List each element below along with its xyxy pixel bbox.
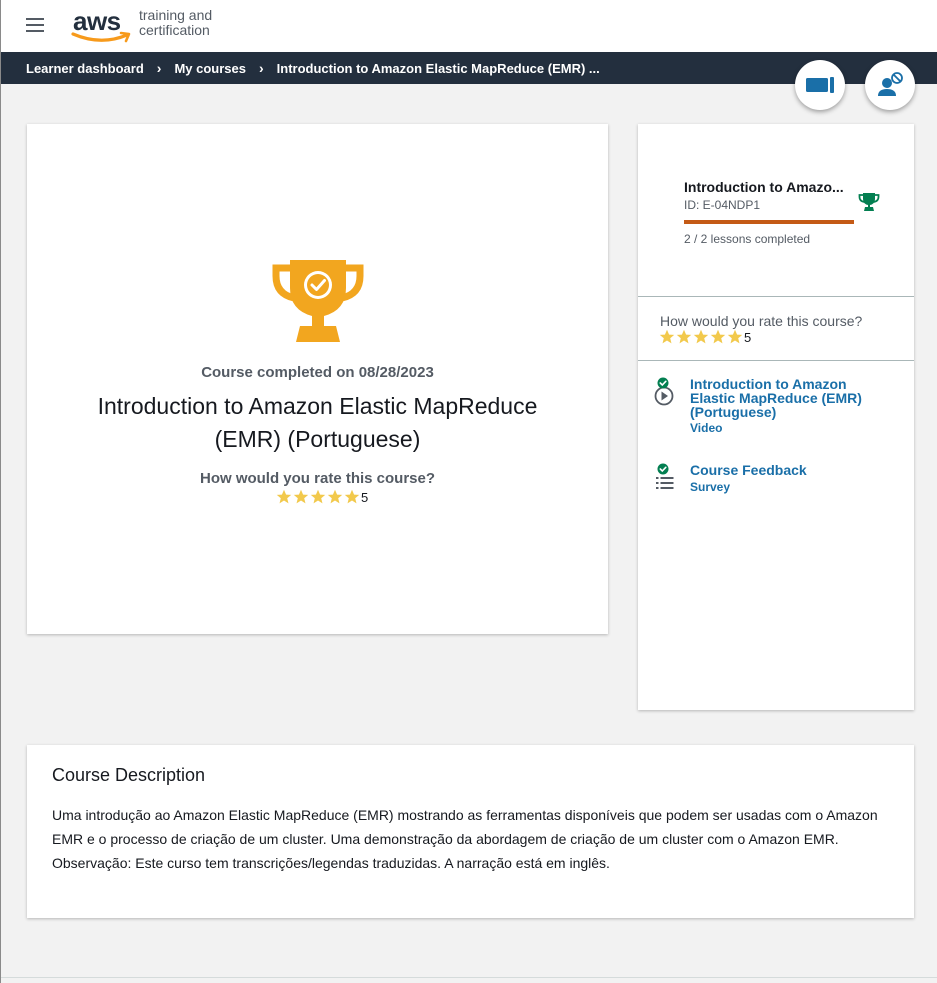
lesson-type-video: Video bbox=[690, 421, 723, 435]
user-blocked-icon bbox=[878, 72, 903, 96]
breadcrumb-current-course: Introduction to Amazon Elastic MapReduce… bbox=[276, 60, 600, 76]
survey-list-icon bbox=[656, 463, 674, 489]
lesson-link-video[interactable]: Introduction to Amazon Elastic MapReduce… bbox=[690, 377, 880, 419]
page-title: Introduction to Amazon Elastic MapReduce… bbox=[97, 393, 538, 452]
trophy-icon bbox=[858, 193, 880, 211]
description-note: Observação: Este curso tem transcrições/… bbox=[52, 855, 610, 871]
breadcrumb-learner-dashboard[interactable]: Learner dashboard bbox=[26, 61, 144, 76]
logo-tagline: training and certification bbox=[139, 8, 212, 38]
chevron-right-icon: › bbox=[258, 60, 264, 76]
aws-smile-icon bbox=[71, 31, 131, 43]
hamburger-menu-icon[interactable] bbox=[26, 18, 44, 32]
lesson-item-video[interactable]: Introduction to Amazon Elastic MapReduce… bbox=[654, 377, 904, 437]
star-icon[interactable] bbox=[727, 329, 743, 345]
play-circle-icon bbox=[654, 377, 674, 406]
course-description-card: Course Description Uma introdução ao Ama… bbox=[27, 745, 914, 918]
star-icon[interactable] bbox=[659, 329, 675, 345]
side-rating-stars[interactable]: 5 bbox=[659, 329, 751, 345]
lesson-item-survey[interactable]: Course Feedback Survey bbox=[654, 463, 904, 499]
transcript-button[interactable] bbox=[795, 60, 845, 110]
star-icon[interactable] bbox=[293, 489, 309, 505]
breadcrumb-my-courses[interactable]: My courses bbox=[174, 61, 246, 76]
description-body: Uma introdução ao Amazon Elastic MapRedu… bbox=[52, 803, 897, 875]
rating-value: 5 bbox=[361, 489, 369, 505]
course-completion-card: Course completed on 08/28/2023 Introduct… bbox=[27, 124, 608, 634]
logo-line-1: training and bbox=[139, 7, 213, 23]
star-icon[interactable] bbox=[676, 329, 692, 345]
star-icon[interactable] bbox=[710, 329, 726, 345]
course-progress-card: Introduction to Amazo... ID: E-04NDP1 2 … bbox=[638, 124, 914, 710]
aws-training-logo[interactable]: aws training and certification bbox=[71, 6, 231, 48]
logo-line-2: certification bbox=[139, 22, 210, 38]
description-heading: Course Description bbox=[52, 765, 206, 785]
star-icon[interactable] bbox=[693, 329, 709, 345]
completion-date: Course completed on 08/28/2023 bbox=[201, 364, 434, 381]
lessons-completed: 2 / 2 lessons completed bbox=[684, 232, 811, 246]
star-icon[interactable] bbox=[327, 489, 343, 505]
divider bbox=[638, 360, 914, 361]
footer-divider bbox=[1, 977, 937, 978]
star-icon[interactable] bbox=[310, 489, 326, 505]
video-transcript-icon bbox=[806, 77, 834, 93]
divider bbox=[638, 296, 914, 297]
chevron-right-icon: › bbox=[156, 60, 162, 76]
lesson-link-survey[interactable]: Course Feedback bbox=[690, 463, 880, 477]
lesson-type-survey: Survey bbox=[690, 480, 731, 494]
side-rating-value: 5 bbox=[744, 329, 752, 345]
rating-question: How would you rate this course? bbox=[199, 470, 436, 487]
progress-bar bbox=[684, 220, 854, 224]
rating-stars[interactable]: 5 bbox=[276, 489, 368, 505]
course-id: ID: E-04NDP1 bbox=[684, 198, 761, 212]
star-icon[interactable] bbox=[344, 489, 360, 505]
side-rating-question: How would you rate this course? bbox=[660, 313, 863, 329]
accessibility-button[interactable] bbox=[865, 60, 915, 110]
trophy-check-icon bbox=[272, 260, 364, 342]
description-paragraph: Uma introdução ao Amazon Elastic MapRedu… bbox=[52, 807, 878, 847]
star-icon[interactable] bbox=[276, 489, 292, 505]
top-header: aws training and certification bbox=[1, 0, 937, 52]
side-course-title: Introduction to Amazo... bbox=[684, 179, 844, 195]
progress-bar-fill bbox=[684, 220, 854, 224]
